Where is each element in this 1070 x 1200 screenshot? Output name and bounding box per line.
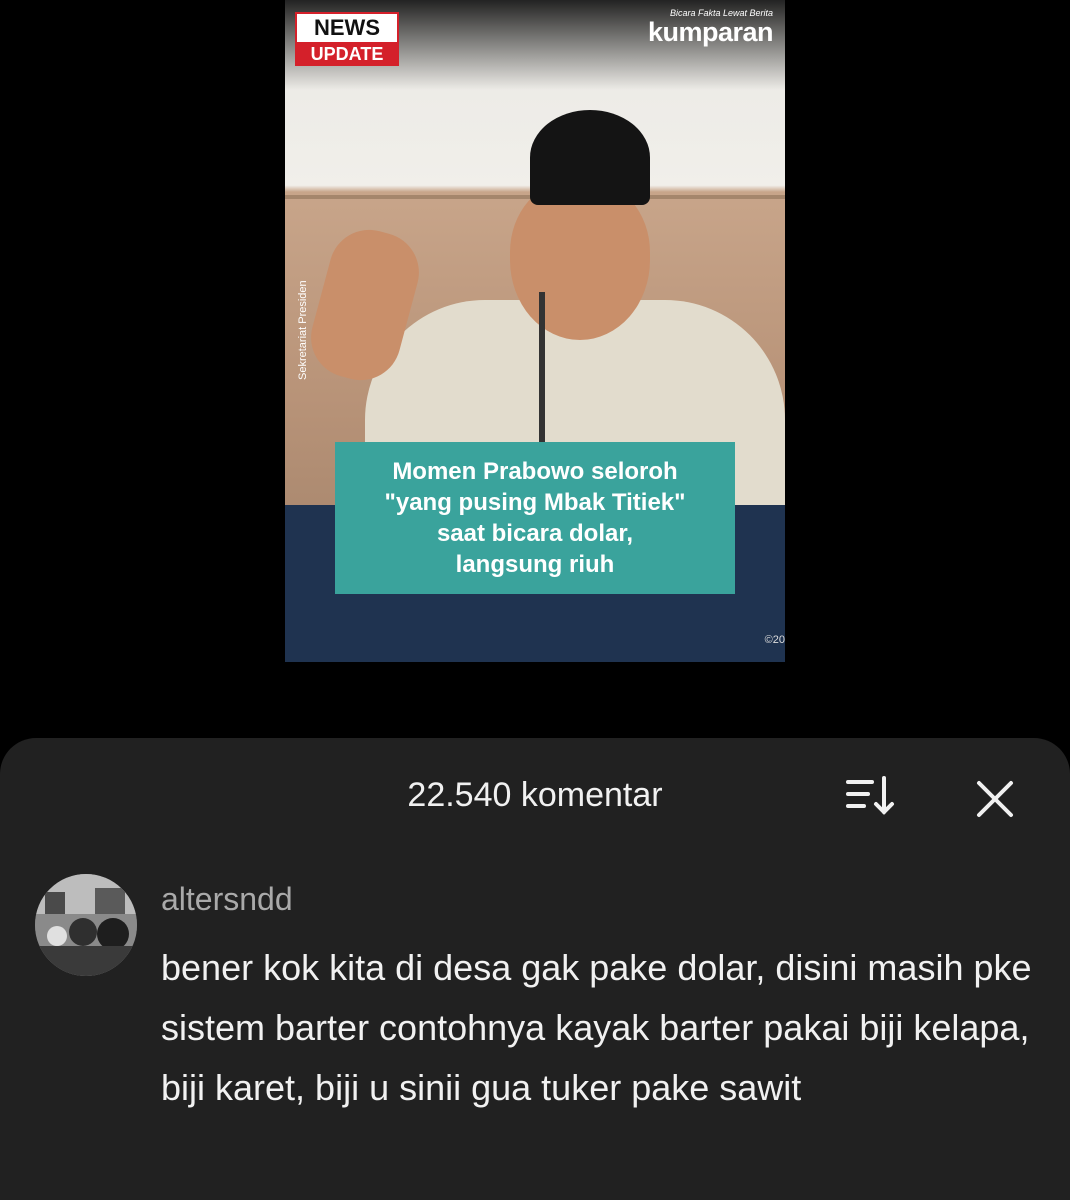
brand-name: kumparan: [647, 17, 774, 47]
caption-line: "yang pusing Mbak Titiek": [384, 489, 686, 516]
news-update-badge: NEWS UPDATE: [295, 12, 399, 66]
comment-text: bener kok kita di desa gak pake dolar, d…: [161, 947, 1032, 1108]
comment-username[interactable]: altersndd: [161, 881, 293, 918]
avatar-image: [35, 874, 137, 976]
badge-top-label: NEWS: [295, 12, 399, 42]
kumparan-logo: Bicara Fakta Lewat Berita kumparan: [647, 8, 774, 47]
sort-icon: [846, 776, 894, 815]
video-player[interactable]: NEWS UPDATE Bicara Fakta Lewat Berita ku…: [285, 0, 785, 662]
badge-bottom-label: UPDATE: [295, 42, 399, 66]
caption-line: langsung riuh: [455, 551, 615, 578]
sort-button[interactable]: [842, 772, 898, 820]
copyright-text: ©20: [764, 634, 785, 646]
video-caption: Momen Prabowo seloroh "yang pusing Mbak …: [335, 442, 735, 594]
close-icon: [977, 781, 1013, 817]
avatar[interactable]: [35, 874, 137, 976]
comments-count: 22.540 komentar: [407, 776, 663, 814]
comments-sheet: 22.540 komentar altersndd bener kok kita…: [0, 738, 1070, 1200]
caption-line: saat bicara dolar,: [436, 520, 634, 547]
close-button[interactable]: [970, 774, 1020, 824]
photo-credit: Sekretariat Presiden: [297, 280, 309, 380]
caption-line: Momen Prabowo seloroh: [392, 458, 678, 485]
